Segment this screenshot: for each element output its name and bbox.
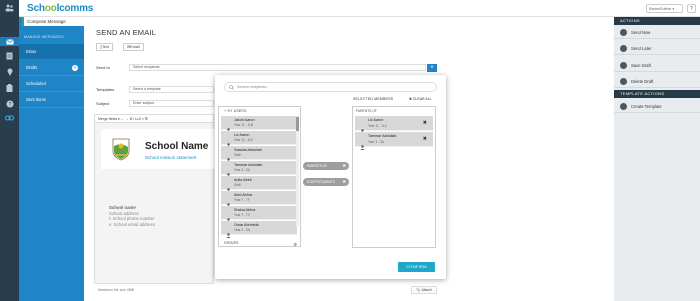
search-icon [229,85,234,93]
selected-member: Liz Aaron Year 11 - 11C ✖ [355,116,433,134]
school-header: School Name School mission statement [101,129,215,169]
attach-button[interactable]: 📎 Attach [411,286,437,294]
sidebar-item-inbox[interactable]: Inbox [19,44,84,60]
remove-member-icon[interactable]: ✖ [423,136,427,142]
send-icon [620,29,627,36]
template-select[interactable]: Select a template [129,86,214,93]
help-circle-icon[interactable]: ? [5,100,14,109]
list-item[interactable]: Liz Aaron Year 11 - 11C [221,131,297,148]
list-item[interactable]: Shaha Abhra Year 7 - 7C [221,206,297,223]
list-item[interactable]: Anita Abell Staff [221,176,297,193]
send-later-button[interactable]: Send Later [614,42,700,55]
list-item[interactable]: Abid Abhra Year 7 - 7F [221,191,297,208]
school-crest-icon [109,137,133,161]
pin-icon[interactable] [5,68,14,77]
manage-messages-header: MANAGE MESSAGES [24,35,64,39]
template-actions-header: TEMPLATE ACTIONS [614,90,700,98]
filter-chip-staff-students[interactable]: STAFF/STUDENTS ✖ [303,178,349,186]
save-icon [620,62,627,69]
groups-section[interactable]: GROUPS ⚙ [219,240,300,247]
editor-toolbar[interactable]: Merge fields ▾ ← → B I U ̶S ≡ ☰ [95,115,213,123]
save-draft-button[interactable]: Save Draft [614,59,700,72]
icon-navbar: ? [0,0,19,301]
templates-label: Templates [96,87,115,92]
selected-sub-header: PARENTS OF [356,109,377,113]
list-item[interactable]: Omar Abrimbla Year 3 - 3A [221,221,297,238]
filter-chip-parents-of[interactable]: PARENTS OF ✖ [303,162,349,170]
list-item[interactable]: Saadaa Abdullah Staff [221,146,297,163]
actions-header: ACTIONS [614,17,700,25]
sidebar-item-label: Sent Items [26,97,47,102]
selected-members-header: SELECTED MEMBERS [353,97,394,101]
chevron-down-icon: ▾ [672,7,675,11]
subject-label: Subject [96,101,110,106]
selected-member: Tammar Abdullah Year 3 - 3A ✖ [355,132,433,150]
clipboard-icon[interactable] [5,84,14,93]
people-icon[interactable] [5,4,14,13]
person-icon [360,137,365,155]
list-item[interactable]: Jakob Aaron Year 11 - 11B [221,116,297,133]
mail-icon[interactable] [0,37,19,46]
add-draft-icon[interactable]: + [72,65,78,71]
available-recipients-list[interactable]: + SY USERS Jakob Aaron Year 11 - 11B Liz … [218,106,301,247]
sidebar-item-scheduled[interactable]: Scheduled [19,76,84,92]
user-dropdown[interactable]: RachelGuthrie ▾ [646,4,683,13]
mission-statement: School mission statement [145,155,197,160]
subject-input[interactable]: Enter subject [129,100,214,107]
add-recipients-button[interactable]: + [427,64,437,72]
clear-all-button[interactable]: ✖ CLEAR ALL [409,97,432,101]
clock-icon [620,45,627,52]
schoolcomms-logo[interactable]: Schoolcomms [27,3,93,14]
expand-groups-icon[interactable]: ⚙ [293,241,297,248]
help-button[interactable]: ? [687,4,696,13]
recipients-field[interactable]: Select recipients [129,64,426,71]
trash-icon [620,78,627,85]
remove-chip-icon[interactable]: ✖ [343,178,346,186]
actions-panel: ACTIONS Send Now Send Later Save Draft D… [614,17,700,301]
list-scrollbar[interactable] [296,116,299,226]
document-icon[interactable] [5,52,14,61]
recipient-search-input[interactable]: Search recipients... [224,82,437,92]
sidebar-item-label: Scheduled [26,81,46,86]
delete-draft-button[interactable]: Delete Draft [614,75,700,88]
selected-members-list: PARENTS OF Liz Aaron Year 11 - 11C ✖ Tamma… [352,106,436,248]
top-bar: Schoolcomms RachelGuthrie ▾ ? [0,0,700,17]
remove-member-icon[interactable]: ✖ [423,120,427,126]
page-title: SEND AN EMAIL [96,28,157,37]
compose-message-button[interactable]: Compose Message [22,17,84,26]
confirm-button[interactable]: CONFIRM [398,262,435,272]
sidebar-item-sent[interactable]: Sent Items [19,92,84,108]
svg-text:?: ? [8,102,11,108]
recipients-modal: Search recipients... + SY USERS Jakob Aa… [215,75,446,279]
tab-text[interactable]: ▯Text [96,43,114,51]
email-editor[interactable]: Merge fields ▾ ← → B I U ̶S ≡ ☰ School N… [94,114,215,284]
users-list-header[interactable]: + SY USERS [219,107,302,115]
send-now-button[interactable]: Send Now [614,26,700,39]
messages-sidebar: Compose Message MANAGE MESSAGES Inbox Dr… [19,17,84,301]
send-to-label: Send to [96,65,110,70]
school-address-block: School name School address t: School pho… [109,205,155,227]
max-file-size-note: Maximum file size 4MB [98,288,134,292]
list-item[interactable]: Tammar Abdullah Year 3 - 3A [221,161,297,178]
plus-circle-icon [620,103,627,110]
sidebar-item-label: Inbox [26,49,37,54]
create-template-button[interactable]: Create Template [614,100,700,113]
sidebar-item-drafts[interactable]: Drafts + [19,60,84,76]
link-icon[interactable] [5,115,14,124]
tab-email[interactable]: ✉Email [123,43,144,51]
remove-chip-icon[interactable]: ✖ [343,162,346,170]
sidebar-item-label: Drafts [26,65,38,70]
school-name: School Name [145,141,209,152]
